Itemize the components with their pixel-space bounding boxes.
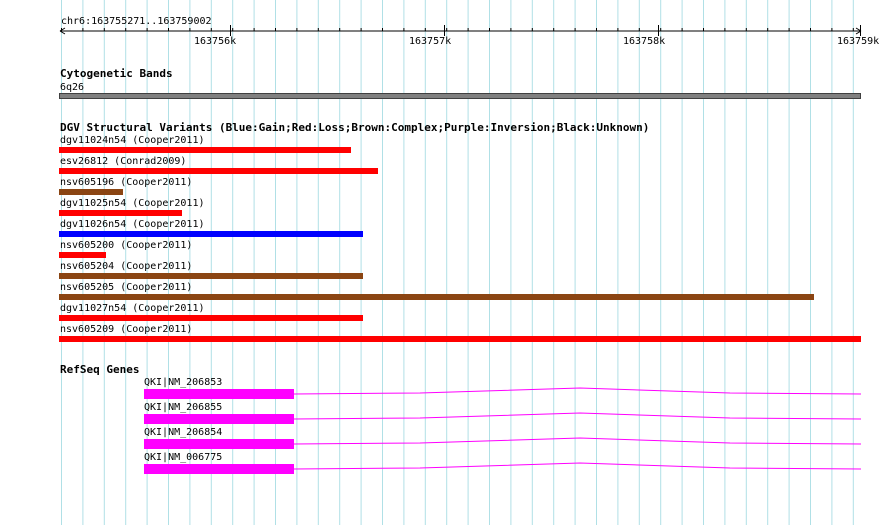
dgv-feature-label: dgv11027n54 (Cooper2011) (60, 303, 205, 314)
ruler-tick-label: 163756k (194, 36, 237, 47)
gene-label: QKI|NM_206855 (144, 402, 223, 413)
dgv-feature-bar[interactable] (59, 231, 363, 237)
gene-label: QKI|NM_206853 (144, 377, 223, 388)
dgv-feature-bar[interactable] (59, 189, 123, 195)
dgv-feature-label: nsv605204 (Cooper2011) (60, 261, 193, 272)
gene-label: QKI|NM_006775 (144, 452, 223, 463)
dgv-feature-label: nsv605196 (Cooper2011) (60, 177, 193, 188)
dgv-feature-label: dgv11024n54 (Cooper2011) (60, 135, 205, 146)
cytoband-track-title: Cytogenetic Bands (60, 67, 173, 80)
cytoband-bar[interactable] (59, 93, 861, 99)
dgv-feature-label: dgv11025n54 (Cooper2011) (60, 198, 205, 209)
dgv-feature-label: dgv11026n54 (Cooper2011) (60, 219, 205, 230)
ruler-tick-label: 163759k (837, 36, 880, 47)
genome-browser-view: chr6:163755271..163759002 163756k 163757… (0, 0, 890, 525)
dgv-feature-bar[interactable] (59, 315, 363, 321)
dgv-feature-bar[interactable] (59, 294, 814, 300)
dgv-feature-bar[interactable] (59, 168, 378, 174)
dgv-feature-label: esv26812 (Conrad2009) (60, 156, 187, 167)
dgv-track-title: DGV Structural Variants (Blue:Gain;Red:L… (60, 121, 650, 134)
ruler-tick-label: 163758k (623, 36, 666, 47)
dgv-feature-bar[interactable] (59, 273, 363, 279)
dgv-feature-bar[interactable] (59, 252, 106, 258)
dgv-feature-bar[interactable] (59, 336, 861, 342)
dgv-feature-bar[interactable] (59, 147, 351, 153)
dgv-feature-label: nsv605205 (Cooper2011) (60, 282, 193, 293)
cytoband-label: 6q26 (60, 82, 85, 93)
gene-label: QKI|NM_206854 (144, 427, 223, 438)
coordinate-ruler[interactable] (0, 0, 890, 60)
dgv-feature-bar[interactable] (59, 210, 182, 216)
refseq-track-title: RefSeq Genes (60, 363, 140, 376)
dgv-feature-label: nsv605209 (Cooper2011) (60, 324, 193, 335)
ruler-tick-label: 163757k (409, 36, 452, 47)
dgv-feature-label: nsv605200 (Cooper2011) (60, 240, 193, 251)
